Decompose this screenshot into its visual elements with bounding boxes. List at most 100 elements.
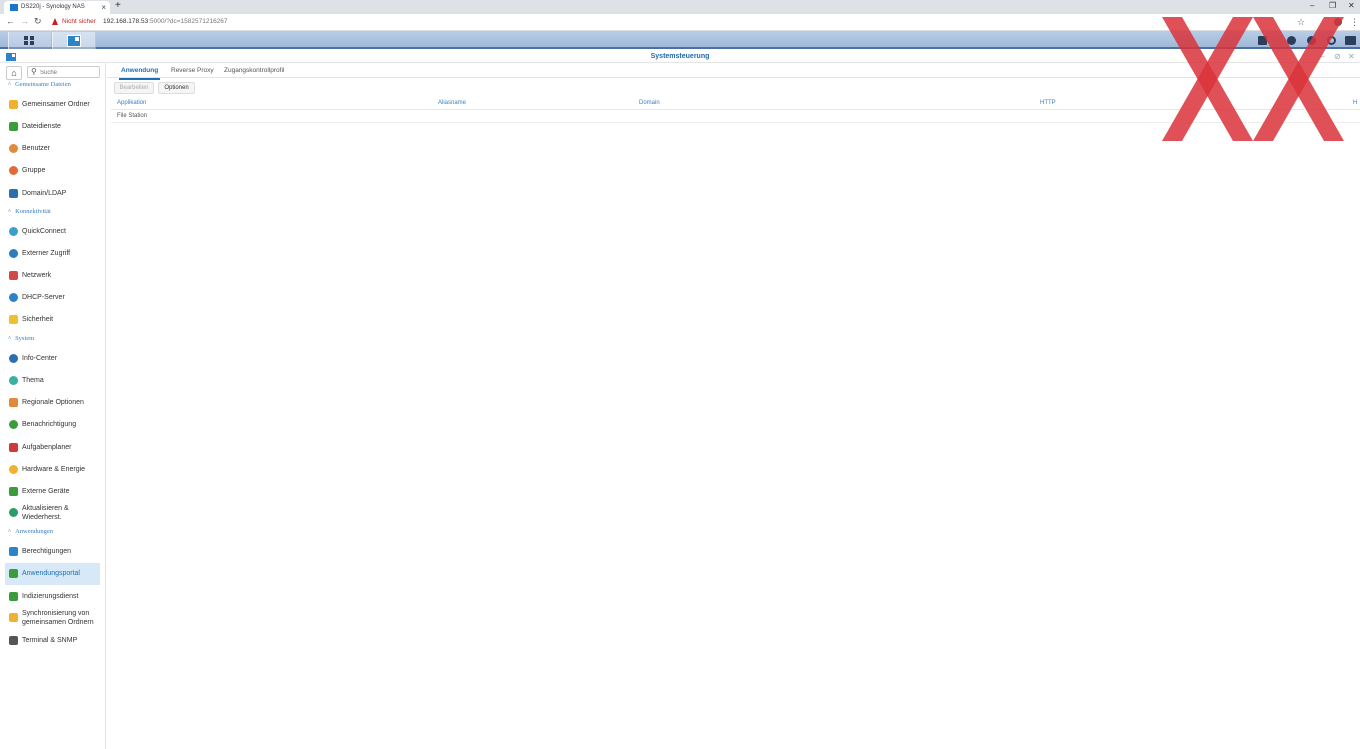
main-menu-button[interactable] [8, 32, 52, 49]
column-http[interactable]: HTTP [1040, 100, 1056, 106]
notification-icon [9, 420, 18, 429]
url-host: 192.168.178.53 [103, 18, 149, 25]
column-https[interactable]: H [1353, 100, 1357, 106]
sidebar-item-hardware-power[interactable]: Hardware & Energie [5, 465, 100, 474]
dhcp-server-icon [9, 293, 18, 302]
chat-icon[interactable] [1287, 36, 1296, 45]
table-header: Applikation Aliasname Domain HTTP H [111, 98, 1360, 110]
sidebar-item-shared-folder[interactable]: Gemeinsamer Ordner [5, 100, 100, 109]
sidebar-search[interactable]: ⚲ [27, 66, 100, 78]
sidebar-item-indexing-service[interactable]: Indizierungsdienst [5, 592, 100, 601]
home-icon: ⌂ [11, 68, 17, 78]
search-icon: ⚲ [31, 67, 37, 76]
domain-ldap-icon [9, 189, 18, 198]
window-close-icon[interactable]: ✕ [1348, 52, 1355, 61]
window-maximize-icon[interactable]: ⊘ [1334, 52, 1341, 61]
section-system[interactable]: ^ System [8, 335, 34, 342]
dsm-taskbar [0, 31, 1360, 49]
browser-menu-icon[interactable]: ⋮ [1350, 17, 1359, 28]
sidebar-item-external-devices[interactable]: Externe Geräte [5, 487, 100, 496]
sidebar-item-domain-ldap[interactable]: Domain/LDAP [5, 189, 100, 198]
warning-icon [52, 18, 58, 25]
sidebar-item-user[interactable]: Benutzer [5, 144, 100, 153]
main-panel: Anwendung Reverse Proxy Zugangskontrollp… [107, 63, 1360, 749]
sidebar-item-update-restore[interactable]: Aktualisieren & Wiederherst. [5, 504, 95, 522]
new-tab-button[interactable]: + [115, 0, 121, 11]
sidebar-item-security[interactable]: Sicherheit [5, 315, 100, 324]
window-minimize-icon[interactable]: – [1320, 52, 1324, 61]
sidebar-item-application-portal[interactable]: Anwendungsportal [5, 563, 100, 585]
not-secure-label[interactable]: Nicht sicher [62, 18, 96, 25]
sidebar-item-external-access[interactable]: Externer Zugriff [5, 249, 100, 258]
restore-window-button[interactable]: ❐ [1329, 1, 1336, 10]
sidebar-item-regional-options[interactable]: Regionale Optionen [5, 398, 100, 407]
user-menu-icon[interactable] [1307, 36, 1316, 45]
sidebar-item-notification[interactable]: Benachrichtigung [5, 420, 100, 429]
sidebar-item-task-scheduler[interactable]: Aufgabenplaner [5, 443, 100, 452]
tab-reverse-proxy[interactable]: Reverse Proxy [171, 67, 214, 74]
window-title: Systemsteuerung [650, 53, 710, 60]
sidebar-item-terminal-snmp[interactable]: Terminal & SNMP [5, 636, 100, 645]
widgets-icon[interactable] [1345, 36, 1356, 45]
indexing-service-icon [9, 592, 18, 601]
section-applications[interactable]: ^ Anwendungen [8, 528, 53, 535]
tab-application[interactable]: Anwendung [118, 67, 161, 80]
window-title-bar: Systemsteuerung – ⊘ ✕ [0, 51, 1360, 63]
url-field[interactable]: 192.168.178.53:5000/?dc=1582571216267 [103, 18, 228, 25]
sidebar-item-info-center[interactable]: Info-Center [5, 354, 100, 363]
profile-icon[interactable] [1334, 18, 1342, 26]
terminal-snmp-icon [9, 636, 18, 645]
section-shared-files[interactable]: ^ Gemeinsame Dateien [8, 81, 71, 88]
browser-tab[interactable]: DS220j - Synology NAS × [4, 1, 110, 14]
external-access-icon [9, 249, 18, 258]
sidebar-item-group[interactable]: Gruppe [5, 166, 100, 175]
column-alias[interactable]: Aliasname [438, 100, 466, 106]
security-icon [9, 315, 18, 324]
close-window-button[interactable]: ✕ [1348, 1, 1355, 10]
regional-options-icon [9, 398, 18, 407]
minimize-window-button[interactable]: – [1310, 1, 1314, 10]
column-application[interactable]: Applikation [117, 100, 146, 106]
synology-favicon-icon [10, 4, 18, 11]
privileges-icon [9, 547, 18, 556]
taskbar-control-panel-button[interactable] [52, 32, 96, 49]
quickconnect-icon [9, 227, 18, 236]
theme-icon [9, 376, 18, 385]
external-devices-icon [9, 487, 18, 496]
group-icon [9, 166, 18, 175]
search-input[interactable] [40, 68, 98, 77]
sidebar: ⌂ ⚲ ^Gemeinsame Dateien Gemeinsamer Ordn… [0, 63, 106, 749]
cell-application: File Station [117, 113, 148, 119]
reload-icon[interactable]: ↻ [34, 16, 42, 27]
update-restore-icon [9, 508, 18, 517]
shared-folder-icon [9, 100, 18, 109]
network-icon [9, 271, 18, 280]
column-domain[interactable]: Domain [639, 100, 660, 106]
address-bar: ← → ↻ Nicht sicher 192.168.178.53:5000/?… [0, 14, 1360, 31]
sidebar-item-shared-folder-sync[interactable]: Synchronisierung von gemeinsamen Ordnern [5, 609, 100, 627]
edit-button[interactable]: Bearbeiten [114, 82, 154, 94]
sidebar-item-theme[interactable]: Thema [5, 376, 100, 385]
forward-icon[interactable]: → [20, 16, 29, 26]
sidebar-item-dhcp-server[interactable]: DHCP-Server [5, 293, 100, 302]
chevron-up-icon: ^ [8, 335, 12, 342]
table-row[interactable]: File Station [111, 111, 1360, 123]
options-button[interactable]: Optionen [158, 82, 195, 94]
sidebar-item-file-services[interactable]: Dateidienste [5, 122, 100, 131]
browser-tab-bar: DS220j - Synology NAS × + – ❐ ✕ [0, 0, 1360, 14]
sidebar-item-network[interactable]: Netzwerk [5, 271, 100, 280]
sidebar-item-privileges[interactable]: Berechtigungen [5, 547, 100, 556]
chevron-up-icon: ^ [8, 208, 12, 215]
task-scheduler-icon [9, 443, 18, 452]
sidebar-item-quickconnect[interactable]: QuickConnect [5, 227, 100, 236]
home-button[interactable]: ⌂ [6, 66, 22, 80]
back-icon[interactable]: ← [6, 16, 15, 26]
info-center-icon [9, 354, 18, 363]
close-tab-icon[interactable]: × [101, 3, 106, 12]
application-portal-icon [9, 569, 18, 578]
search-icon[interactable] [1327, 36, 1336, 45]
section-connectivity[interactable]: ^ Konnektivität [8, 208, 51, 215]
package-center-icon[interactable] [1258, 36, 1267, 45]
bookmark-star-icon[interactable]: ☆ [1297, 17, 1305, 28]
tab-access-control-profile[interactable]: Zugangskontrollprofil [224, 67, 284, 74]
